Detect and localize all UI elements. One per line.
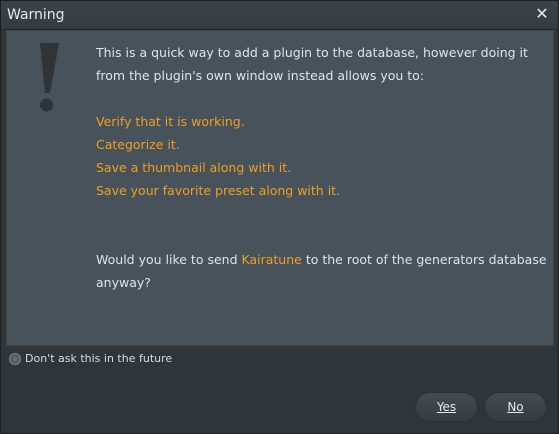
exclamation-icon [40,43,59,112]
dialog-title: Warning [7,7,65,23]
message-panel: This is a quick way to add a plugin to t… [6,30,554,346]
benefit-item: Save a thumbnail along with it. [96,160,292,175]
benefit-item: Save your favorite preset along with it. [96,183,341,198]
dont-ask-label: Don't ask this in the future [25,352,173,365]
benefit-item: Verify that it is working. [96,114,245,129]
benefit-item: Categorize it. [96,137,180,152]
text-spacer [96,202,551,248]
close-button[interactable]: ✕ [532,4,552,24]
title-bar[interactable]: Warning ✕ [1,1,558,30]
question-text: Would you like to send Kairatune to the … [96,248,551,294]
yes-label: Yes [436,400,457,414]
warning-dialog: Warning ✕ This is a quick way to add a p… [0,0,559,434]
dont-ask-option[interactable]: Don't ask this in the future [9,351,172,367]
plugin-name: Kairatune [241,252,302,267]
no-label: No [507,400,524,414]
no-button[interactable]: No [484,392,547,422]
message-text: This is a quick way to add a plugin to t… [96,41,551,294]
close-icon: ✕ [535,4,549,23]
radio-checkbox-icon[interactable] [9,353,21,365]
yes-button[interactable]: Yes [415,392,478,422]
question-prefix: Would you like to send [96,252,242,267]
intro-text: This is a quick way to add a plugin to t… [96,45,528,83]
